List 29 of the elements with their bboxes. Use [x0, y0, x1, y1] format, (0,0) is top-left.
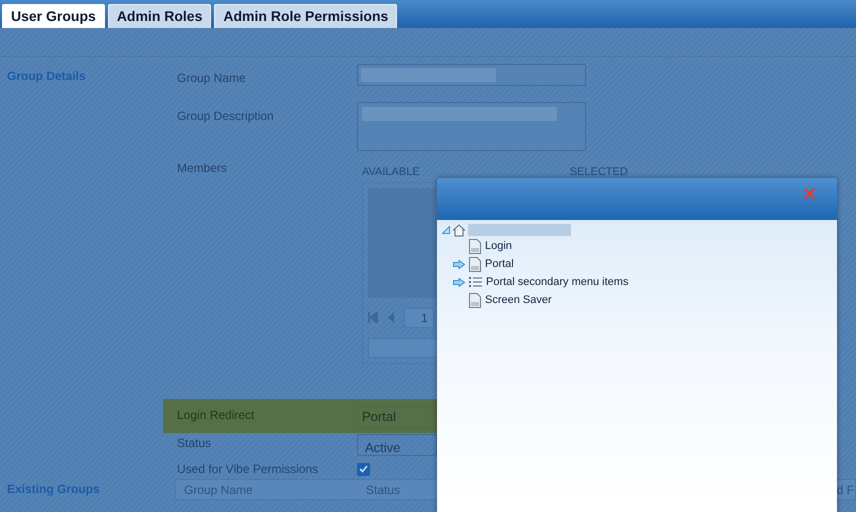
- document-icon: [469, 292, 481, 308]
- section-heading: Existing Groups: [7, 481, 101, 498]
- tree-item[interactable]: Portal secondary menu items: [486, 274, 628, 290]
- field-label: Used for Vibe Permissions: [176, 461, 320, 478]
- collapse-triangle-icon[interactable]: [442, 226, 450, 234]
- tab[interactable]: Admin Roles: [108, 4, 212, 28]
- list-icon: [469, 276, 482, 288]
- close-icon[interactable]: [804, 188, 815, 199]
- group-description-field[interactable]: [357, 102, 586, 151]
- checkmark-icon: [359, 465, 368, 473]
- tab[interactable]: Admin Role Permissions: [214, 4, 398, 28]
- tree-item[interactable]: Screen Saver: [485, 292, 552, 308]
- field-label: Members: [176, 160, 228, 177]
- group-name-field[interactable]: [357, 64, 586, 86]
- field-label: Status: [176, 435, 212, 452]
- home-icon: [452, 224, 466, 236]
- column-label: SELECTED: [570, 165, 628, 180]
- section-heading: Group Details: [7, 68, 87, 85]
- document-icon: [469, 256, 481, 272]
- field-label: Group Description: [176, 108, 275, 125]
- vibe-permissions-checkbox[interactable]: [357, 462, 370, 476]
- previous-page-icon[interactable]: [388, 312, 394, 323]
- first-page-icon[interactable]: [368, 312, 378, 323]
- tree-item[interactable]: Login: [485, 238, 512, 254]
- document-icon: [469, 238, 481, 254]
- tab[interactable]: User Groups: [2, 4, 105, 28]
- tree-item[interactable]: Portal: [485, 256, 514, 272]
- column-label: AVAILABLE: [362, 165, 420, 180]
- field-label: Group Name: [176, 70, 247, 87]
